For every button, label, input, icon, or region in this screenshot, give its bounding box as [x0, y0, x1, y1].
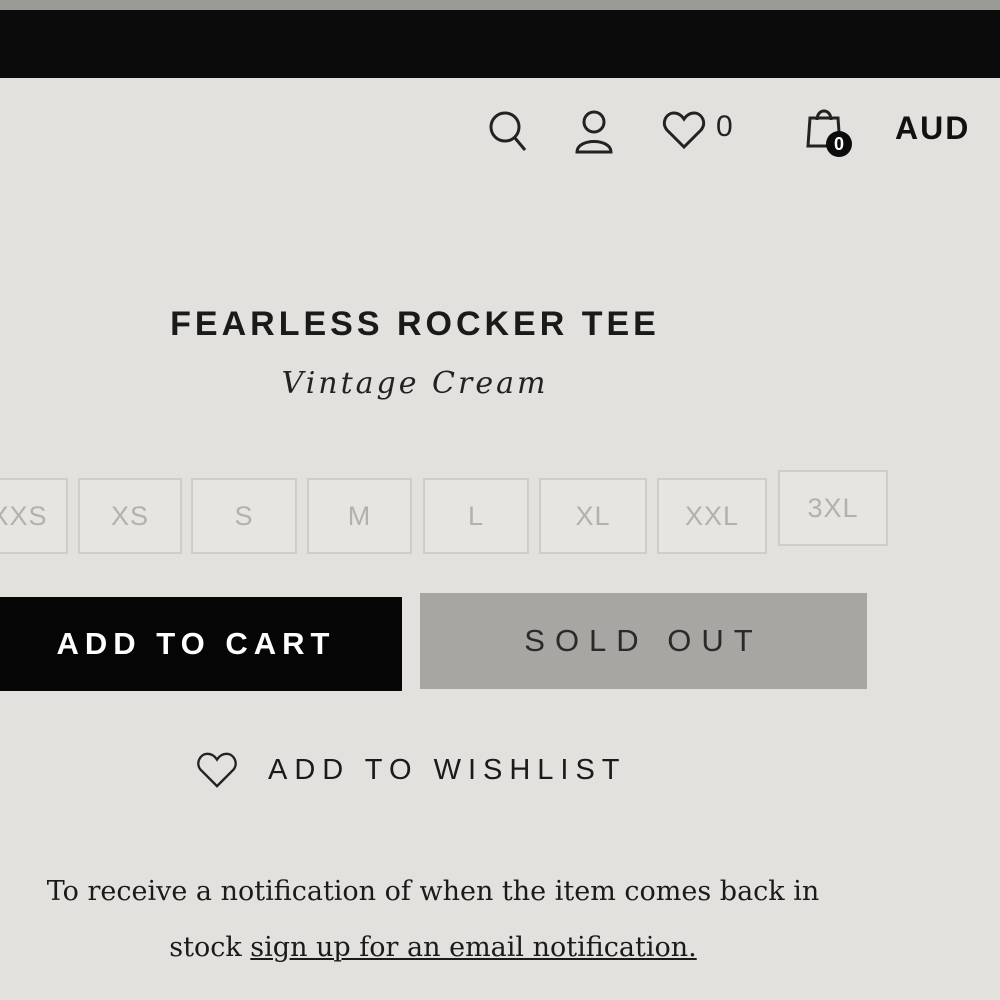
- currency-selector[interactable]: AUD: [895, 110, 970, 147]
- size-selector: XXS XS S M L XL XXL 3XL: [0, 470, 1000, 558]
- add-to-wishlist-button[interactable]: ADD TO WISHLIST: [196, 745, 627, 795]
- product-title: FEARLESS ROCKER TEE: [170, 305, 660, 343]
- size-option[interactable]: XXL: [657, 478, 767, 554]
- search-icon[interactable]: [488, 108, 528, 154]
- email-notification-link[interactable]: sign up for an email notification.: [250, 932, 696, 963]
- size-option[interactable]: S: [191, 478, 297, 554]
- size-option[interactable]: L: [423, 478, 529, 554]
- notice-line-2: stock sign up for an email notification.: [0, 920, 866, 976]
- size-option[interactable]: XS: [78, 478, 182, 554]
- heart-icon: [196, 751, 238, 789]
- restock-notice: To receive a notification of when the it…: [0, 864, 866, 976]
- heart-icon[interactable]: [662, 110, 706, 150]
- cart-count-badge: 0: [826, 131, 852, 157]
- header-icons: 0: [0, 100, 1000, 170]
- size-option[interactable]: M: [307, 478, 412, 554]
- user-icon[interactable]: [574, 108, 614, 154]
- wishlist-count: 0: [716, 110, 733, 143]
- top-bar: [0, 0, 1000, 78]
- size-option[interactable]: XL: [539, 478, 647, 554]
- wishlist-label: ADD TO WISHLIST: [268, 753, 627, 786]
- product-color: Vintage Cream: [281, 366, 549, 401]
- notice-prefix: stock: [169, 932, 251, 963]
- add-to-cart-button[interactable]: ADD TO CART: [0, 597, 402, 691]
- sold-out-button: SOLD OUT: [420, 593, 867, 689]
- notice-line-1: To receive a notification of when the it…: [46, 876, 820, 907]
- size-option[interactable]: XXS: [0, 478, 68, 554]
- size-option[interactable]: 3XL: [778, 470, 888, 546]
